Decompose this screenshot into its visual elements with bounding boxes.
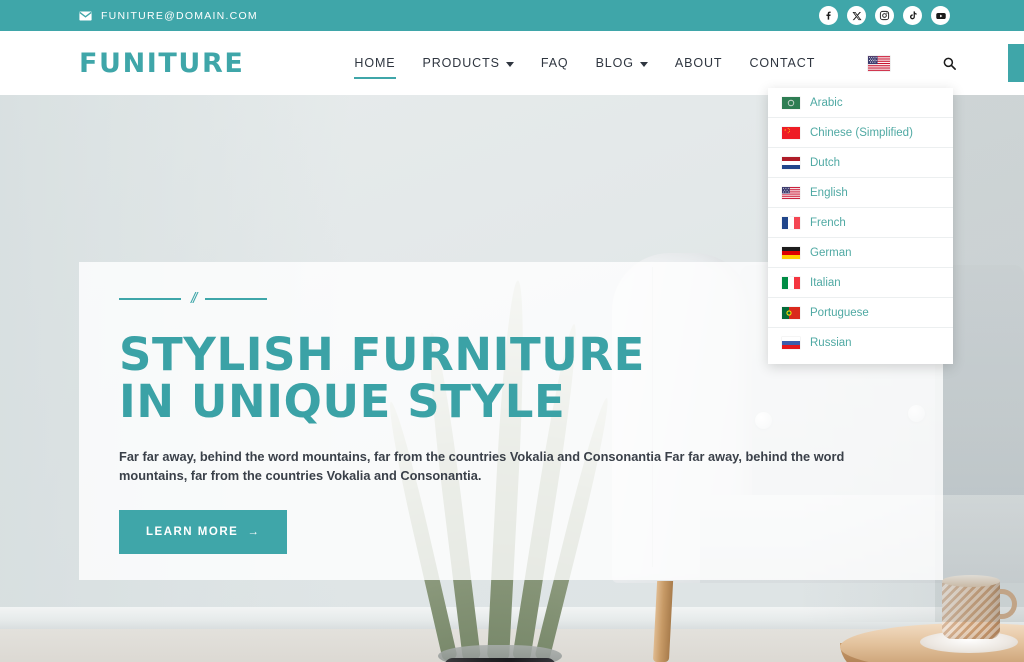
learn-more-button[interactable]: LEARN MORE → xyxy=(119,510,288,554)
tiktok-icon[interactable] xyxy=(903,6,922,25)
language-dropdown[interactable]: Arabic Chinese (Simplified) Dutch Englis… xyxy=(768,88,953,364)
germany-flag-icon xyxy=(782,246,800,259)
page-root: FUNITURE@DOMAIN.COM FUNITURE HOME PRODUC… xyxy=(0,0,1024,662)
portugal-flag-icon xyxy=(782,306,800,319)
language-label: Russian xyxy=(810,337,852,349)
nav-label: BLOG xyxy=(595,56,634,70)
language-label: Arabic xyxy=(810,96,843,109)
nav-item-home[interactable]: HOME xyxy=(354,31,396,95)
nav-item-about[interactable]: ABOUT xyxy=(675,31,723,95)
language-label: Italian xyxy=(810,276,841,289)
x-twitter-icon[interactable] xyxy=(847,6,866,25)
language-option-arabic[interactable]: Arabic xyxy=(768,88,953,118)
us-flag-icon xyxy=(782,186,800,199)
language-label: Portuguese xyxy=(810,306,869,319)
learn-more-label: LEARN MORE xyxy=(146,526,239,538)
language-option-russian[interactable]: Russian xyxy=(768,328,953,358)
hero-subtitle: Far far away, behind the word mountains,… xyxy=(119,449,845,483)
main-navbar: FUNITURE HOME PRODUCTS FAQ BLOG ABOUT CO… xyxy=(0,31,1024,95)
russia-flag-icon xyxy=(782,337,800,349)
instagram-icon[interactable] xyxy=(875,6,894,25)
language-option-chinese[interactable]: Chinese (Simplified) xyxy=(768,118,953,148)
decor-dash-left xyxy=(119,297,181,300)
nav-label: ABOUT xyxy=(674,56,723,70)
decor-dash-right xyxy=(205,297,268,300)
hero-decoration: // xyxy=(119,290,879,307)
top-bar: FUNITURE@DOMAIN.COM xyxy=(0,0,1024,31)
nav-item-contact[interactable]: CONTACT xyxy=(749,31,815,95)
italy-flag-icon xyxy=(782,276,800,289)
nav-item-blog[interactable]: BLOG xyxy=(596,31,648,95)
page-title: STYLISH FURNITURE IN UNIQUE STYLE xyxy=(119,331,879,425)
nav-links: HOME PRODUCTS FAQ BLOG ABOUT CONTACT xyxy=(354,31,1024,95)
decor-slashes: // xyxy=(191,290,198,307)
hero-title-line1: STYLISH FURNITURE xyxy=(119,328,646,381)
language-label: English xyxy=(810,186,848,199)
language-option-german[interactable]: German xyxy=(768,238,953,268)
chevron-down-icon xyxy=(505,61,514,67)
facebook-icon[interactable] xyxy=(819,6,838,25)
nav-item-products[interactable]: PRODUCTS xyxy=(423,31,514,95)
planter-pot xyxy=(444,658,556,662)
language-label: Dutch xyxy=(810,156,841,169)
request-button[interactable]: REQUEST xyxy=(1008,44,1024,82)
chevron-down-icon xyxy=(639,61,648,67)
site-logo[interactable]: FUNITURE xyxy=(79,48,244,79)
hero-title-line2: IN UNIQUE STYLE xyxy=(119,375,566,428)
language-option-english[interactable]: English xyxy=(768,178,953,208)
nav-item-faq[interactable]: FAQ xyxy=(541,31,569,95)
nav-label: CONTACT xyxy=(749,56,816,70)
language-label: French xyxy=(810,216,846,229)
language-option-dutch[interactable]: Dutch xyxy=(768,148,953,178)
email-text: FUNITURE@DOMAIN.COM xyxy=(101,9,258,22)
nav-label: PRODUCTS xyxy=(422,56,500,70)
search-icon[interactable] xyxy=(939,53,959,73)
language-label: Chinese (Simplified) xyxy=(810,126,913,139)
us-flag-icon[interactable] xyxy=(868,55,891,71)
language-option-portuguese[interactable]: Portuguese xyxy=(768,298,953,328)
netherlands-flag-icon xyxy=(782,156,800,169)
youtube-icon[interactable] xyxy=(931,6,950,25)
nav-label: HOME xyxy=(354,56,396,70)
mail-icon xyxy=(79,11,92,20)
language-label: German xyxy=(810,246,852,259)
arrow-right-icon: → xyxy=(247,526,261,538)
china-flag-icon xyxy=(782,126,800,139)
hero-content: // STYLISH FURNITURE IN UNIQUE STYLE Far… xyxy=(119,290,879,554)
france-flag-icon xyxy=(782,216,800,229)
language-option-italian[interactable]: Italian xyxy=(768,268,953,298)
arabic-flag-icon xyxy=(782,96,800,109)
email-link[interactable]: FUNITURE@DOMAIN.COM xyxy=(79,10,258,22)
nav-label: FAQ xyxy=(540,56,569,70)
language-option-french[interactable]: French xyxy=(768,208,953,238)
social-links xyxy=(819,0,950,31)
